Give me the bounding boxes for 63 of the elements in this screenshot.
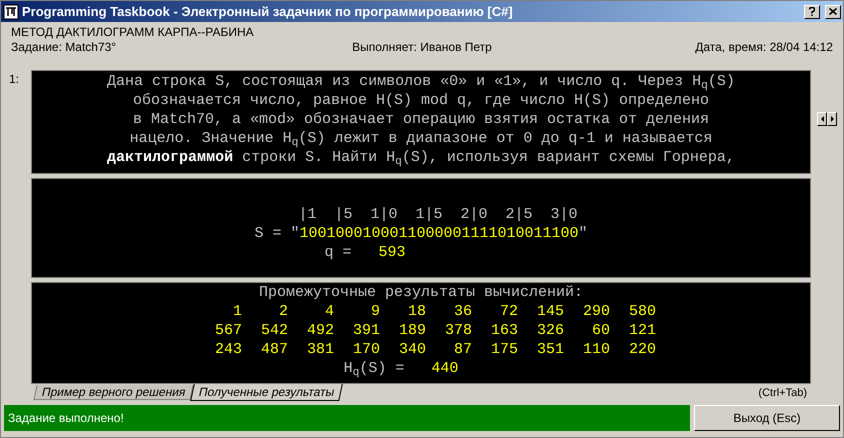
result-number: 487 <box>260 340 288 359</box>
result-number: 542 <box>260 321 288 340</box>
close-icon <box>829 8 837 15</box>
question-icon <box>809 7 815 16</box>
result-number: 378 <box>444 321 472 340</box>
help-button[interactable] <box>804 4 820 18</box>
result-number: 36 <box>452 302 472 321</box>
result-number: 326 <box>536 321 564 340</box>
result-number: 290 <box>582 302 610 321</box>
result-value: 440 <box>431 359 458 378</box>
q-label: q = <box>324 243 352 262</box>
right-arrow-icon <box>830 116 834 122</box>
task-text-line: обозначается число, равное H(S) mod q, где число H(S) определено <box>132 91 710 110</box>
result-number: 87 <box>452 340 472 359</box>
app-icon <box>3 4 19 20</box>
result-number: 567 <box>214 321 242 340</box>
result-number: 145 <box>536 302 564 321</box>
task-text-line: Дана строка S, состоящая из символов «0» и «1», и число q. Через H$_{q}$(S) <box>107 72 735 91</box>
result-number: 189 <box>398 321 426 340</box>
tab[interactable]: Пример верного решения <box>33 385 194 400</box>
string-value: "1001000100011000001111010011100" <box>290 224 588 243</box>
scroll-right-button[interactable] <box>827 112 837 126</box>
close-button[interactable] <box>825 4 841 18</box>
status-message: Задание выполнено! <box>4 405 690 431</box>
result-number: 18 <box>406 302 426 321</box>
task-label: Задание: Match73° <box>11 40 118 55</box>
result-number: 243 <box>214 340 242 359</box>
task-text-line: в Match70, а «mod» обозначает операцию взятия остатка от деления <box>132 110 710 129</box>
result-number: 2 <box>278 302 288 321</box>
result-number: 391 <box>352 321 380 340</box>
task-text-line: дактилограммой строки S. Найти H$_{q}$(S), используя вариант схемы Горнера, <box>107 148 735 167</box>
left-arrow-icon <box>820 116 824 122</box>
result-number: 340 <box>398 340 426 359</box>
q-value: 593 <box>378 243 406 262</box>
result-number: 163 <box>490 321 518 340</box>
result-number: 381 <box>306 340 334 359</box>
topic-heading: МЕТОД ДАКТИЛОГРАММ КАРПА--РАБИНА <box>11 25 254 40</box>
result-number: 9 <box>370 302 380 321</box>
position-ruler: |1 |5 1|0 1|5 2|0 2|5 3|0 <box>297 205 578 224</box>
result-number: 121 <box>628 321 656 340</box>
result-number: 580 <box>628 302 656 321</box>
string-label: S = <box>254 224 282 243</box>
result-label: H$_{q}$(S) = <box>344 359 404 378</box>
result-number: 492 <box>306 321 334 340</box>
result-number: 110 <box>582 340 610 359</box>
tab[interactable]: Полученные результаты <box>190 384 344 401</box>
result-number: 60 <box>590 321 610 340</box>
result-number: 4 <box>324 302 334 321</box>
window-title: Programming Taskbook - Электронный задачник по программированию [C#] <box>22 2 514 21</box>
result-number: 1 <box>232 302 242 321</box>
result-number: 170 <box>352 340 380 359</box>
results-title: Промежуточные результаты вычислений: <box>258 283 584 302</box>
result-number: 220 <box>628 340 656 359</box>
result-number: 72 <box>498 302 518 321</box>
performer-label: Выполняет: Иванов Петр <box>352 40 492 55</box>
exit-button[interactable]: Выход (Esc) <box>694 405 840 431</box>
task-text-line: нацело. Значение H$_{q}$(S) лежит в диапазоне от 0 до q-1 и называется <box>130 129 712 148</box>
scroll-left-button[interactable] <box>817 112 827 126</box>
datetime-label: Дата, время: 28/04 14:12 <box>694 40 833 55</box>
result-number: 175 <box>490 340 518 359</box>
result-number: 351 <box>536 340 564 359</box>
shortcut-hint: (Ctrl+Tab) <box>758 386 807 401</box>
task-number: 1: <box>9 71 20 88</box>
